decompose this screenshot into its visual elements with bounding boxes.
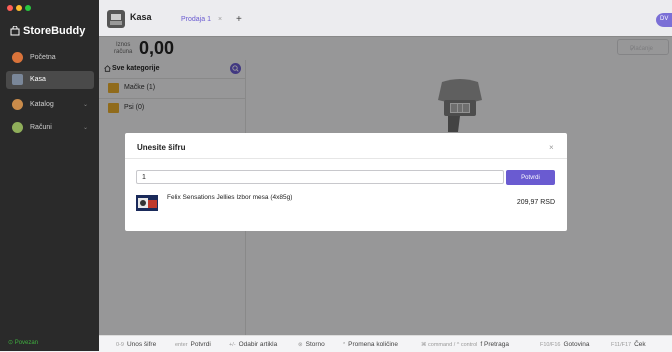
catalog-icon xyxy=(12,99,23,110)
shortcut-label: Potvrdi xyxy=(190,341,211,348)
page-title: Kasa xyxy=(130,12,152,22)
shortcut-key: 0-9 xyxy=(116,342,124,348)
shortcut-item: enter Potvrdi xyxy=(175,341,211,348)
maximize-window-dot[interactable] xyxy=(25,5,31,11)
dialog-title: Unesite šifru xyxy=(137,143,186,152)
minimize-window-dot[interactable] xyxy=(16,5,22,11)
shortcut-bar: 0-9 Unos šifre enter Potvrdi +/- Odabir art… xyxy=(99,335,672,352)
confirm-button[interactable]: Potvrdi xyxy=(506,170,555,185)
sidebar-item-kasa[interactable]: Kasa xyxy=(6,71,94,89)
shortcut-item: +/- Odabir artikla xyxy=(229,341,277,348)
store-icon xyxy=(10,26,20,36)
cash-register-icon xyxy=(12,74,23,85)
sidebar-item-label: Katalog xyxy=(30,101,54,108)
shortcut-key: F11/F17 xyxy=(611,342,632,348)
shortcut-item: ⌘ command / ^ control f Pretraga xyxy=(421,341,509,348)
close-tab-icon[interactable]: × xyxy=(218,16,222,23)
tab-label: Prodaja 1 xyxy=(181,16,211,23)
enter-code-dialog: Unesite šifru × Potvrdi Felix Sensations… xyxy=(125,133,567,231)
product-thumbnail[interactable] xyxy=(136,195,158,211)
connection-status-text: Povezan xyxy=(14,340,39,346)
add-tab-icon[interactable]: + xyxy=(236,14,242,25)
shortcut-key: +/- xyxy=(229,342,236,348)
shortcut-item: * Promena količine xyxy=(343,341,398,348)
sidebar-item-pocetna[interactable]: Početna xyxy=(6,49,94,67)
shortcut-label: Gotovina xyxy=(563,341,590,348)
close-window-dot[interactable] xyxy=(7,5,13,11)
receipts-icon xyxy=(12,122,23,133)
shortcut-key: * xyxy=(343,342,346,348)
shortcut-label: Promena količine xyxy=(348,341,398,348)
sidebar: StoreBuddy Početna Kasa Katalog ⌄ Računi… xyxy=(0,0,99,351)
shortcut-item: 0-9 Unos šifre xyxy=(116,341,156,348)
sidebar-item-label: Kasa xyxy=(30,76,46,83)
shortcut-label: Odabir artikla xyxy=(238,341,278,348)
tab-prodaja-1[interactable]: Prodaja 1 × xyxy=(174,10,229,30)
sidebar-item-racuni[interactable]: Računi ⌄ xyxy=(6,119,94,137)
chevron-down-icon: ⌄ xyxy=(82,102,88,108)
shortcut-label: Ček xyxy=(634,341,646,348)
chevron-down-icon: ⌄ xyxy=(82,125,88,131)
sidebar-item-label: Računi xyxy=(30,124,52,131)
product-price: 209,97 RSD xyxy=(516,199,555,206)
shortcut-key: F10/F16 xyxy=(540,342,561,348)
shortcut-key: ⌘ command / ^ control xyxy=(421,342,478,348)
shortcut-label: f Pretraga xyxy=(480,341,509,348)
connected-icon: ⊙ xyxy=(8,340,14,346)
code-input[interactable] xyxy=(136,170,504,184)
home-icon xyxy=(12,52,23,63)
cash-register-icon xyxy=(107,10,125,28)
sidebar-item-label: Početna xyxy=(30,54,56,61)
divider xyxy=(125,158,567,159)
shortcut-key: ⊗ xyxy=(298,342,303,348)
avatar-initials: DV xyxy=(660,16,669,22)
shortcut-label: Unos šifre xyxy=(126,341,157,348)
sidebar-item-katalog[interactable]: Katalog ⌄ xyxy=(6,96,94,114)
shortcut-label: Storno xyxy=(305,341,325,348)
header-bar: Kasa Prodaja 1 × + xyxy=(99,0,672,37)
connection-status: ⊙ Povezan xyxy=(8,339,38,346)
app-logo-text: StoreBuddy xyxy=(23,25,86,37)
shortcut-item: ⊗ Storno xyxy=(298,341,325,348)
close-icon[interactable]: × xyxy=(549,143,554,152)
shortcut-item: F10/F16 Gotovina xyxy=(540,341,590,348)
product-name[interactable]: Felix Sensations Jellies Izbor mesa (4x8… xyxy=(167,194,292,201)
avatar[interactable]: DV xyxy=(656,13,672,27)
app-logo: StoreBuddy xyxy=(10,25,94,39)
shortcut-key: enter xyxy=(175,342,188,348)
shortcut-item: F11/F17 Ček xyxy=(611,341,646,348)
